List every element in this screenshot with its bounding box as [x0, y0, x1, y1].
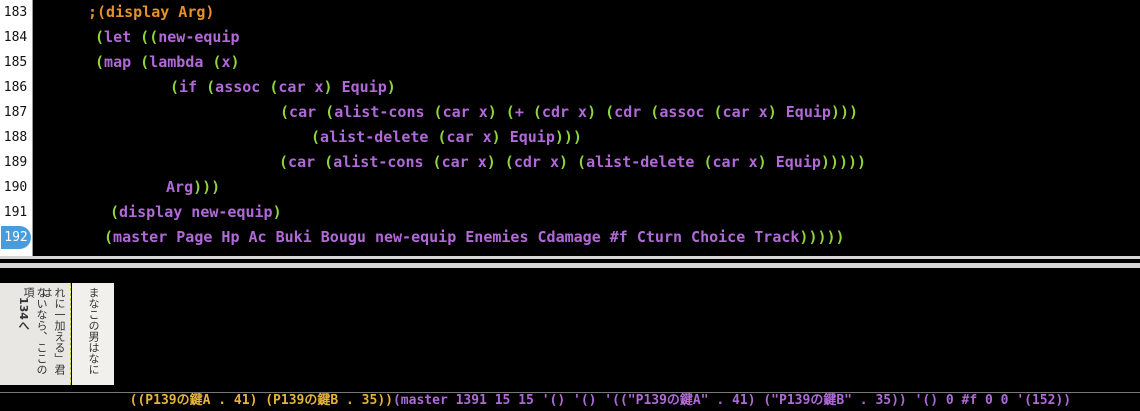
line-number: 186 [3, 80, 28, 95]
code-line-185[interactable]: (map (lambda (x) [95, 50, 240, 75]
line-number: 184 [3, 30, 28, 45]
current-line-number: 192 [1, 226, 31, 249]
code-line-188[interactable]: (alist-delete (car x) Equip))) [311, 125, 582, 150]
code-line-184[interactable]: (let ((new-equip [95, 25, 240, 50]
pane-divider-lower[interactable] [0, 263, 1140, 268]
divider [0, 392, 1140, 393]
code-line-192[interactable]: (master Page Hp Ac Buki Bougu new-equip … [104, 225, 845, 250]
book-page-image: れに一加える」君は ないなら、ここの項 134へ [0, 283, 71, 385]
code-editor[interactable]: 183 184 185 186 187 188 189 190 191 192 … [0, 0, 1140, 256]
line-number-gutter: 183 184 185 186 187 188 189 190 191 192 [0, 0, 33, 256]
code-line-191[interactable]: (display new-equip) [110, 200, 282, 225]
line-number: 191 [3, 205, 28, 220]
code-line-187[interactable]: (car (alist-cons (car x) (+ (cdr x) (cdr… [280, 100, 858, 125]
line-number: 183 [3, 5, 28, 20]
eval-output-line: ((P139の鍵A . 41) (P139の鍵B . 35))(master 1… [114, 371, 1071, 408]
code-line-183[interactable]: ;(display Arg) [88, 0, 214, 25]
line-number: 189 [3, 155, 28, 170]
code-line-186[interactable]: (if (assoc (car x) Equip) [170, 75, 396, 100]
code-line-189[interactable]: (car (alist-cons (car x) (cdr x) (alist-… [279, 150, 866, 175]
line-number: 185 [3, 55, 28, 70]
book-page-image: まなこの男はなに [72, 283, 114, 385]
line-number: 188 [3, 130, 28, 145]
image-text: 134へ [17, 297, 30, 331]
line-number: 187 [3, 105, 28, 120]
code-line-190[interactable]: Arg))) [166, 175, 220, 200]
line-number: 190 [3, 180, 28, 195]
image-text: まなこの男はなに [87, 287, 100, 375]
